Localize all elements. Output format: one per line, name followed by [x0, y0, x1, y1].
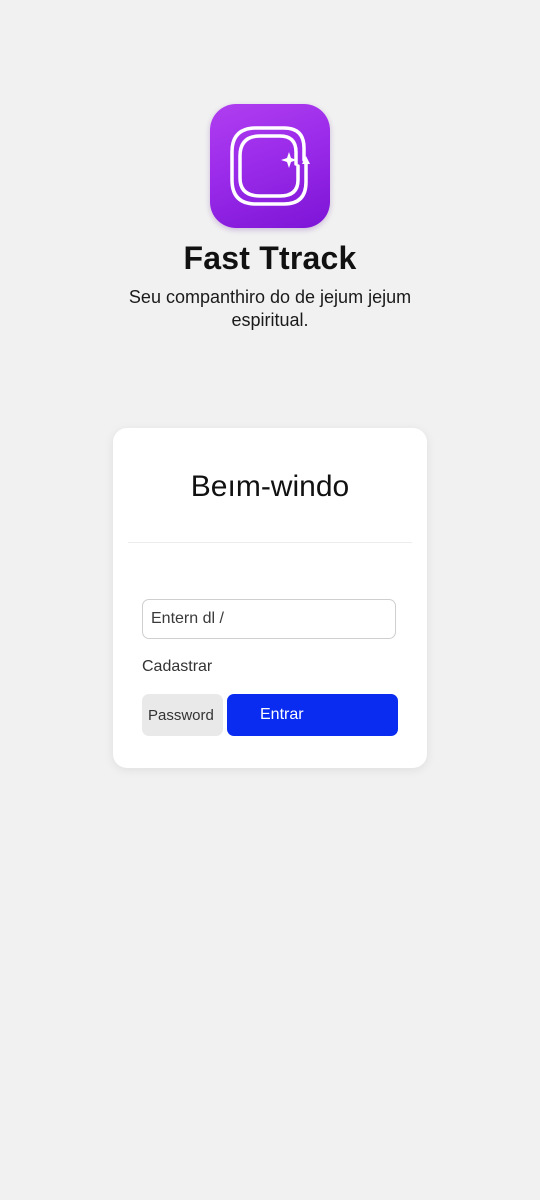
app-tagline: Seu companthiro do de jejum jejum espiri… [128, 287, 412, 330]
password-field[interactable] [142, 694, 223, 736]
login-card: Beım-windo Cadastrar Entrar [113, 428, 427, 768]
app-name: Fast Ttrack [183, 240, 357, 276]
signup-link[interactable]: Cadastrar [142, 658, 212, 676]
email-field[interactable] [142, 599, 396, 639]
app-logo-icon [210, 104, 330, 228]
login-button[interactable]: Entrar [227, 694, 398, 736]
divider [128, 542, 412, 543]
welcome-title: Beım-windo [190, 470, 350, 503]
